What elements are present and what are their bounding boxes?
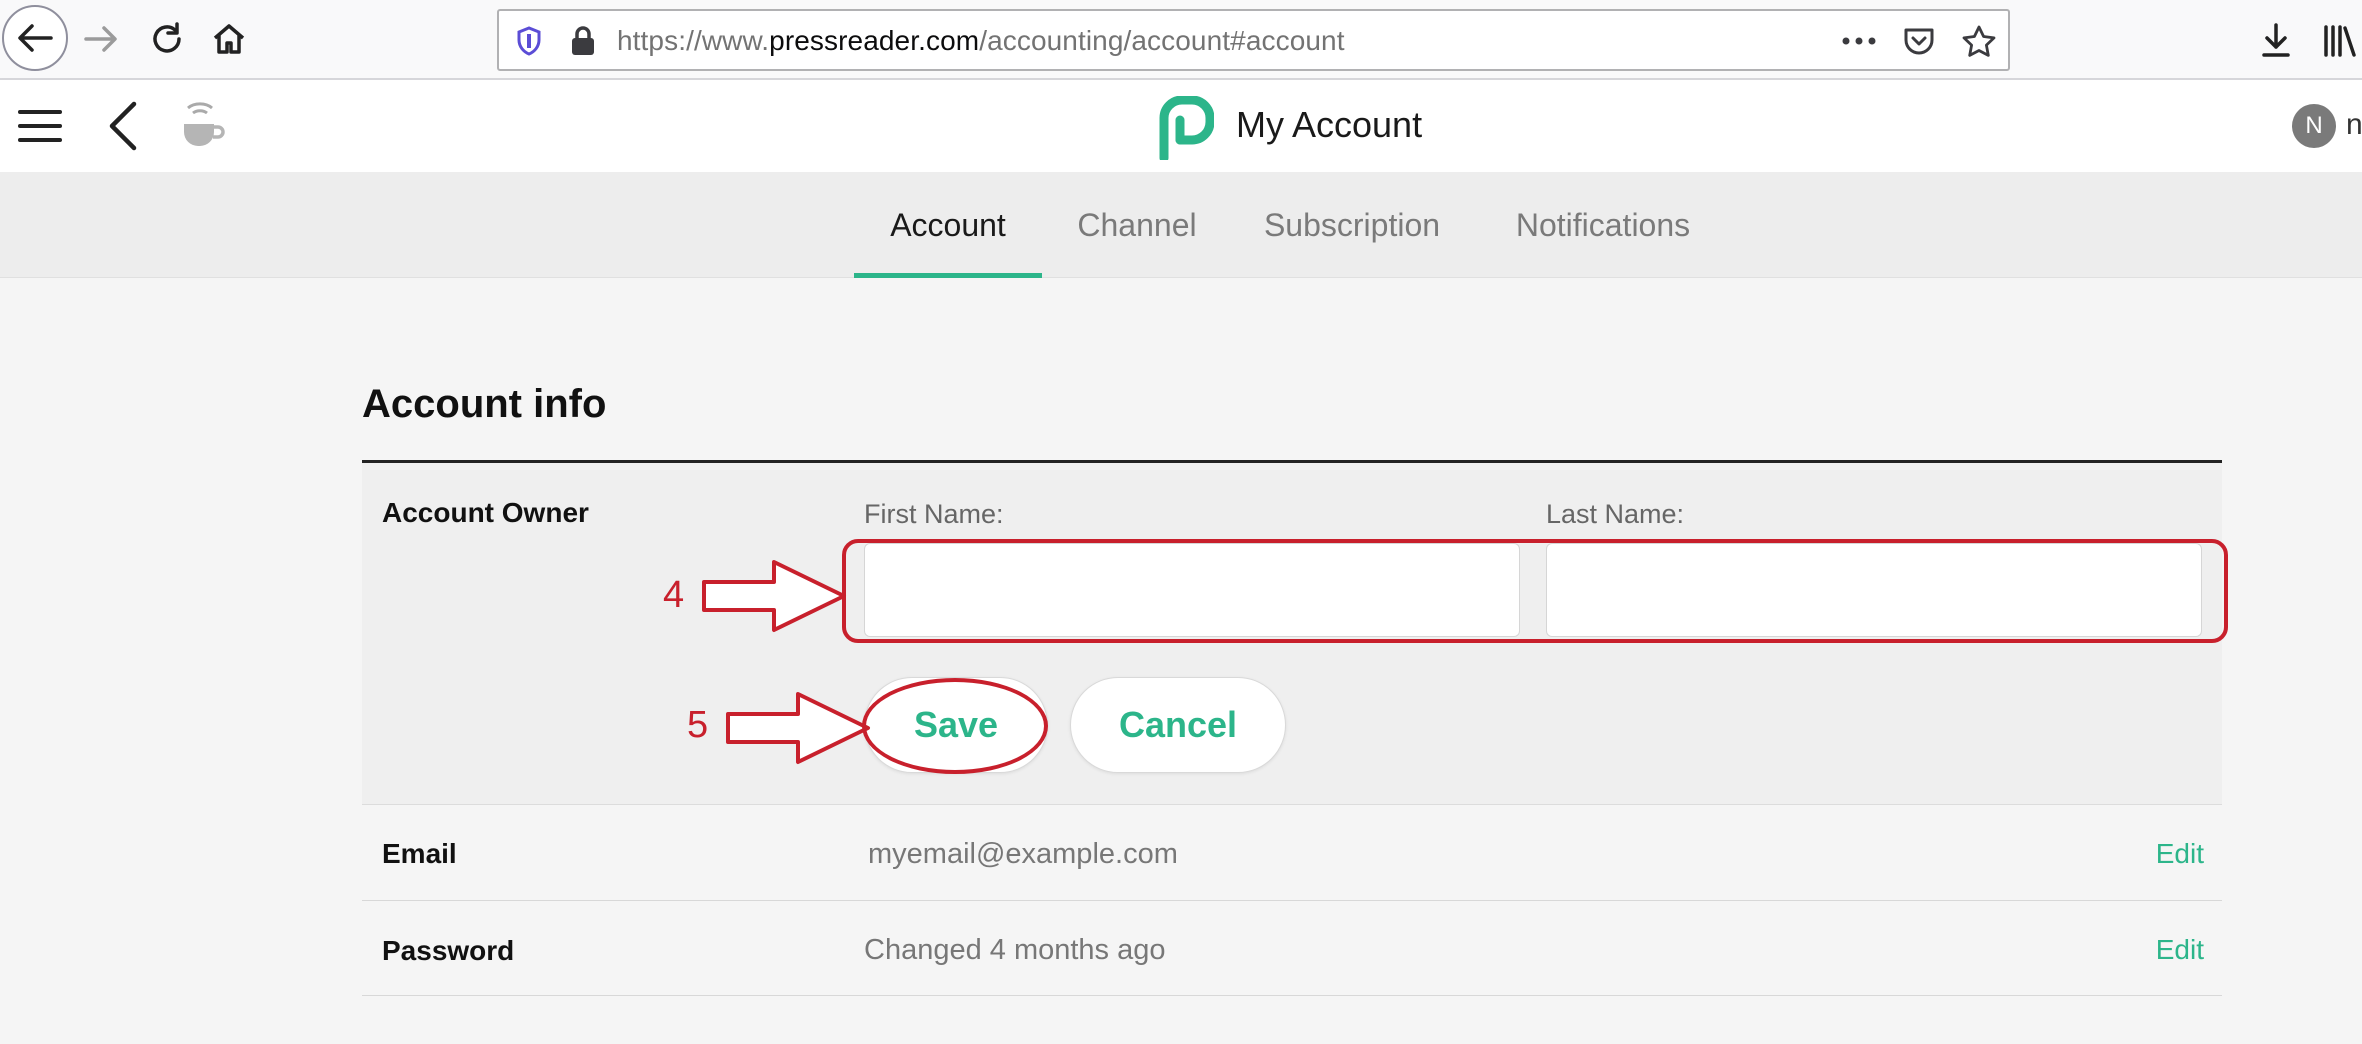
home-icon[interactable] [196, 6, 262, 72]
email-row: Email myemail@example.com Edit [362, 806, 2222, 901]
page-title: My Account [1236, 104, 1423, 145]
reload-icon[interactable] [134, 6, 200, 72]
email-value: myemail@example.com [868, 838, 1178, 870]
app-header: My Account N n [0, 80, 2362, 172]
account-owner-label: Account Owner [382, 497, 589, 528]
url-bar[interactable]: https://www.pressreader.com/accounting/a… [497, 9, 2010, 71]
menu-icon[interactable] [18, 106, 66, 146]
coffee-cup-icon[interactable] [180, 98, 228, 154]
browser-toolbar: https://www.pressreader.com/accounting/a… [0, 0, 2362, 80]
tab-channel[interactable]: Channel [1062, 172, 1212, 278]
tab-subscription[interactable]: Subscription [1252, 172, 1452, 278]
avatar-name[interactable]: n [2346, 108, 2362, 142]
step-5-highlight-ellipse [862, 678, 1048, 774]
download-icon[interactable] [2254, 18, 2298, 62]
cancel-button[interactable]: Cancel [1070, 677, 1286, 773]
password-edit-link[interactable]: Edit [2156, 934, 2204, 966]
step-4-number: 4 [663, 574, 685, 616]
url-prefix: https://www. [617, 25, 770, 56]
tab-notifications[interactable]: Notifications [1494, 172, 1712, 278]
password-value: Changed 4 months ago [864, 934, 1166, 966]
tab-account[interactable]: Account [854, 172, 1042, 278]
pressreader-logo [1158, 95, 1215, 163]
library-icon[interactable] [2318, 18, 2362, 62]
last-name-label: Last Name: [1546, 499, 1685, 529]
forward-icon[interactable] [68, 6, 134, 72]
pocket-icon[interactable] [1900, 22, 1938, 60]
more-actions-icon[interactable] [1840, 22, 1878, 60]
url-text[interactable]: https://www.pressreader.com/accounting/a… [617, 25, 1345, 57]
section-title: Account info [362, 382, 607, 426]
back-chevron-icon[interactable] [104, 100, 144, 152]
tracking-shield-icon[interactable] [513, 25, 545, 57]
step-5-arrow-icon [726, 692, 870, 764]
email-label: Email [382, 838, 457, 869]
url-path: /accounting/account#account [979, 25, 1345, 56]
star-icon[interactable] [1960, 22, 1998, 60]
step-5-number: 5 [687, 704, 709, 746]
first-name-label: First Name: [864, 499, 1004, 529]
url-host: pressreader.com [769, 25, 980, 56]
email-edit-link[interactable]: Edit [2156, 838, 2204, 870]
password-label: Password [382, 935, 515, 966]
password-row: Password Changed 4 months ago Edit [362, 901, 2222, 996]
avatar[interactable]: N [2292, 104, 2336, 148]
step-4-highlight-box [842, 539, 2228, 643]
account-tabs: Account Channel Subscription Notificatio… [0, 172, 2362, 278]
back-icon[interactable] [2, 5, 68, 71]
step-4-arrow-icon [702, 560, 846, 632]
lock-icon[interactable] [567, 23, 599, 59]
